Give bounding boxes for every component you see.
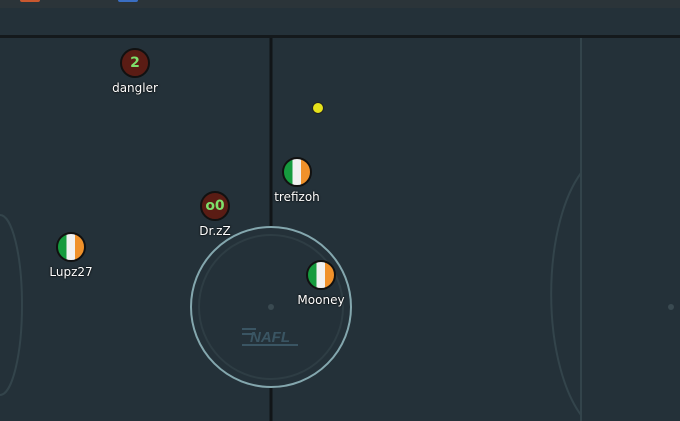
player-name: trefizoh xyxy=(274,190,320,204)
player-avatar xyxy=(308,262,334,288)
right-dot xyxy=(668,304,674,310)
player-name: Mooney xyxy=(297,293,345,307)
player-name: dangler xyxy=(112,81,158,95)
player-drzz: o0 xyxy=(200,191,230,221)
center-dot xyxy=(268,304,274,310)
logo-text: NAFL xyxy=(250,329,290,346)
player-name: Dr.zZ xyxy=(199,224,231,238)
game-stage[interactable]: NAFL 2 dangler o0 Dr.zZ trefizoh Lupz27 … xyxy=(0,0,680,421)
left-crease-arc xyxy=(0,214,23,396)
field: NAFL xyxy=(0,38,674,421)
nafl-logo: NAFL xyxy=(242,328,298,346)
player-trefizoh xyxy=(282,157,312,187)
right-crease-arc xyxy=(550,172,582,416)
player-dangler: 2 xyxy=(120,48,150,78)
player-avatar xyxy=(58,234,84,260)
player-avatar xyxy=(284,159,310,185)
boards xyxy=(0,35,680,38)
player-mooney xyxy=(306,260,336,290)
player-lupz27 xyxy=(56,232,86,262)
player-name: Lupz27 xyxy=(49,265,93,279)
ball xyxy=(312,102,324,114)
player-avatar: 2 xyxy=(130,55,140,71)
player-avatar: o0 xyxy=(205,198,225,214)
